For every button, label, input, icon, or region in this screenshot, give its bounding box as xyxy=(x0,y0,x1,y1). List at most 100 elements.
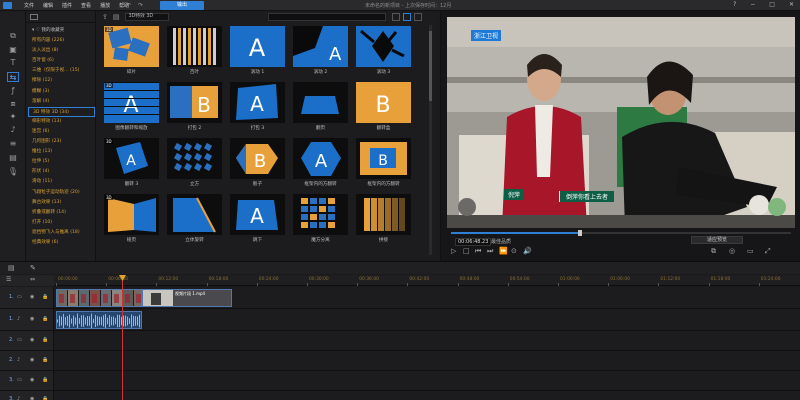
video-clip[interactable] xyxy=(56,289,142,307)
track-lane[interactable] xyxy=(54,331,800,350)
category-item[interactable]: 推拉 (13) xyxy=(28,147,95,157)
undo-icon[interactable]: ↶ xyxy=(126,2,131,9)
fast-forward-icon[interactable]: ⏩ xyxy=(499,247,508,255)
effect-tile[interactable]: B 框架内的方翻转 xyxy=(356,138,411,190)
fullscreen-icon[interactable]: ⤢ xyxy=(765,247,771,256)
eye-icon[interactable]: ◉ xyxy=(30,316,34,322)
effect-tile[interactable]: A 跳下 xyxy=(230,194,285,246)
category-item[interactable]: 打开 (10) xyxy=(28,218,95,228)
play-icon[interactable]: ▷ xyxy=(451,247,456,255)
menu-playback[interactable]: 播放 xyxy=(100,2,110,9)
category-item[interactable]: 三维（仅限于视... (15) xyxy=(28,66,95,76)
category-item[interactable]: 淡入淡出 (8) xyxy=(28,46,95,56)
zoom-select[interactable]: 适应预览 xyxy=(691,236,743,244)
favorites-item[interactable]: ▾ ♡ 我的收藏夹 xyxy=(28,26,95,36)
category-item[interactable]: 所有内容 (226) xyxy=(28,36,95,46)
image-room-icon[interactable]: ▣ xyxy=(7,45,19,55)
undock-icon[interactable]: ⧉ xyxy=(711,247,716,256)
category-item[interactable]: 形状 (4) xyxy=(28,167,95,177)
eye-icon[interactable]: ◉ xyxy=(30,396,34,400)
timecode-display[interactable]: 00:06:48.23 xyxy=(455,238,492,246)
lock-icon[interactable]: 🔒 xyxy=(42,377,48,383)
next-frame-icon[interactable]: ⏭ xyxy=(487,247,493,256)
help-icon[interactable]: ? xyxy=(733,1,736,8)
effect-tile[interactable]: 3D 棱页 xyxy=(104,194,159,246)
category-item[interactable]: 擦除 (12) xyxy=(28,76,95,86)
category-dropdown[interactable]: 3D特效 3D xyxy=(124,13,169,21)
effect-tile[interactable]: 滚动 3 xyxy=(356,26,411,78)
particle-room-icon[interactable]: ✦ xyxy=(7,112,19,122)
preview-scrubber[interactable] xyxy=(451,230,791,236)
audio-room-icon[interactable]: ♪ xyxy=(7,125,19,135)
lock-icon[interactable]: 🔒 xyxy=(42,396,48,400)
output-button[interactable]: 输出 xyxy=(160,1,204,10)
category-item[interactable]: 飞翔粒子运动轨迹 (20) xyxy=(28,188,95,198)
title-room-icon[interactable]: T xyxy=(7,58,19,68)
effect-tile[interactable]: A 滚动 2 xyxy=(293,26,348,78)
snapshot-icon[interactable]: ⊙ xyxy=(511,247,517,255)
category-item[interactable]: 模糊 (3) xyxy=(28,87,95,97)
track-lane[interactable]: 视频片段 1.mp4 xyxy=(54,287,800,308)
library-scrollbar[interactable] xyxy=(429,25,432,255)
track-lane[interactable] xyxy=(54,351,800,370)
import-icon[interactable]: ⇪ xyxy=(102,13,108,21)
category-item[interactable]: 拉伸 (5) xyxy=(28,157,95,167)
eye-icon[interactable]: ◉ xyxy=(30,337,34,343)
category-item[interactable]: 溶解 (4) xyxy=(28,97,95,107)
track-lane[interactable] xyxy=(54,309,800,330)
lock-icon[interactable]: 🔒 xyxy=(42,337,48,343)
eye-icon[interactable]: ◉ xyxy=(30,377,34,383)
redo-icon[interactable]: ↷ xyxy=(138,2,143,9)
media-room-icon[interactable]: ⧉ xyxy=(7,31,19,41)
effect-tile[interactable]: A 3D 图像翻转和缩放 xyxy=(104,82,159,134)
lock-icon[interactable]: 🔒 xyxy=(42,357,48,363)
effect-tile[interactable]: A 滚动 1 xyxy=(230,26,285,78)
effect-tile[interactable]: 拼接 xyxy=(356,194,411,246)
lock-icon[interactable]: 🔒 xyxy=(42,316,48,322)
fit-timeline-icon[interactable]: ⇔ xyxy=(30,276,35,283)
display-icon[interactable]: ▭ xyxy=(747,247,754,255)
eye-icon[interactable]: ◉ xyxy=(30,294,34,300)
chapter-room-icon[interactable]: ≡ xyxy=(7,139,19,149)
volume-icon[interactable]: 🔊 xyxy=(523,247,532,255)
minimize-icon[interactable]: − xyxy=(750,1,755,8)
category-item[interactable]: 滑动 (11) xyxy=(28,177,95,187)
effect-tile[interactable]: 百叶 xyxy=(167,26,222,78)
audio-clip[interactable] xyxy=(56,311,142,329)
eye-icon[interactable]: ◉ xyxy=(30,357,34,363)
category-item[interactable]: 百叶窗 (6) xyxy=(28,56,95,66)
storyboard-icon[interactable]: ▤ xyxy=(8,264,15,272)
effect-tile[interactable]: B 打包 2 xyxy=(167,82,222,134)
menu-view[interactable]: 查看 xyxy=(81,2,91,9)
playhead[interactable] xyxy=(119,275,126,400)
grid-view-icon[interactable] xyxy=(403,13,411,21)
pip-room-icon[interactable]: ⧈ xyxy=(7,99,19,109)
stop-icon[interactable]: □ xyxy=(463,247,470,255)
track-lane[interactable] xyxy=(54,371,800,390)
menu-edit[interactable]: 编辑 xyxy=(43,2,53,9)
mic-room-icon[interactable]: 🎙 xyxy=(7,167,19,177)
effect-tile[interactable]: A 3D 翻转 3 xyxy=(104,138,159,190)
menu-file[interactable]: 文件 xyxy=(24,2,34,9)
effect-tile[interactable]: B 翻转盒 xyxy=(356,82,411,134)
more-options-icon[interactable] xyxy=(414,13,422,21)
effect-tile[interactable]: 翻页 xyxy=(293,82,348,134)
category-item[interactable]: 迷宫 (6) xyxy=(28,127,95,137)
category-item[interactable]: 经典效果 (6) xyxy=(28,238,95,248)
video-clip[interactable]: 视频片段 1.mp4 xyxy=(142,289,232,307)
effect-tile[interactable]: A 打包 3 xyxy=(230,82,285,134)
folder-icon[interactable]: ▤ xyxy=(113,13,120,21)
list-view-icon[interactable] xyxy=(392,13,400,21)
menu-plugins[interactable]: 插件 xyxy=(62,2,72,9)
category-item[interactable]: 舞台效果 (13) xyxy=(28,198,95,208)
edit-tool-icon[interactable]: ✎ xyxy=(30,264,36,272)
category-item[interactable]: 几何图形 (23) xyxy=(28,137,95,147)
lock-icon[interactable]: 🔒 xyxy=(42,294,48,300)
track-lane[interactable] xyxy=(54,391,800,400)
track-manager-icon[interactable]: ☰ xyxy=(6,276,11,283)
search-input[interactable] xyxy=(268,13,386,21)
effect-tile[interactable]: 魔方分离 xyxy=(293,194,348,246)
prev-frame-icon[interactable]: ⏮ xyxy=(475,247,481,256)
effect-tile[interactable]: A 框架内的方翻转 xyxy=(293,138,348,190)
effect-tile[interactable]: 立方 xyxy=(167,138,222,190)
